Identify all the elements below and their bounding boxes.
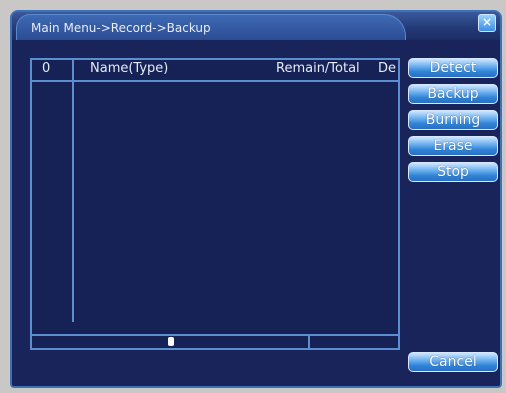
backup-window: Main Menu->Record->Backup × 0 Name(Type)… — [10, 10, 502, 388]
stop-button[interactable]: Stop — [408, 162, 498, 182]
close-icon[interactable]: × — [478, 14, 496, 32]
detect-button[interactable]: Detect — [408, 58, 498, 78]
horizontal-scrollbar[interactable] — [32, 334, 398, 348]
scroll-track[interactable] — [32, 336, 310, 348]
list-header: 0 Name(Type) Remain/Total De — [32, 60, 398, 82]
backup-button[interactable]: Backup — [408, 84, 498, 104]
title-tab: Main Menu->Record->Backup — [16, 14, 406, 40]
column-divider — [72, 60, 74, 322]
scroll-thumb[interactable] — [168, 337, 174, 346]
window-title: Main Menu->Record->Backup — [31, 21, 211, 35]
erase-button[interactable]: Erase — [408, 136, 498, 156]
title-bar: Main Menu->Record->Backup × — [12, 12, 500, 40]
burning-button[interactable]: Burning — [408, 110, 498, 130]
header-device: De — [378, 61, 397, 76]
header-name-type: Name(Type) — [90, 61, 169, 76]
header-remain-total: Remain/Total — [276, 61, 360, 76]
cancel-button[interactable]: Cancel — [408, 352, 498, 372]
header-index: 0 — [42, 61, 51, 76]
backup-device-list[interactable]: 0 Name(Type) Remain/Total De — [30, 58, 400, 350]
